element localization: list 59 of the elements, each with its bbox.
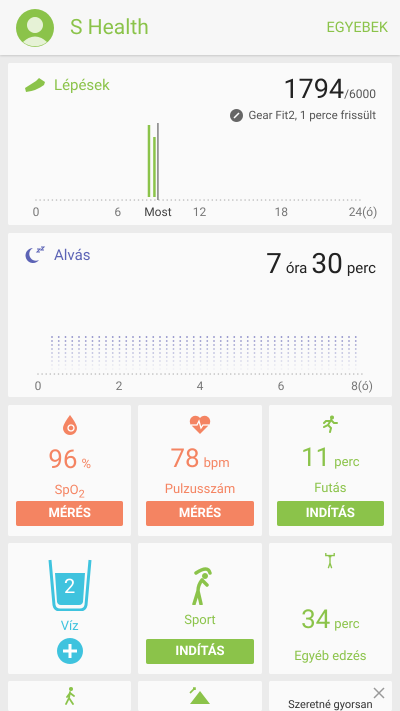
axis-label: 0 bbox=[32, 205, 40, 219]
tile-value: 11 bbox=[301, 443, 330, 473]
promo-card[interactable]: Szeretné gyorsan bbox=[268, 681, 392, 711]
glass-count: 2 bbox=[64, 574, 76, 598]
sleep-minutes: 30 bbox=[311, 247, 343, 280]
tile-card[interactable] bbox=[8, 681, 132, 711]
device-status: Gear Fit2, 1 perce frissült bbox=[248, 108, 376, 122]
tile-value: 34 bbox=[301, 605, 330, 635]
tile-card[interactable]: 78 bpm Pulzusszám MÉRÉS bbox=[138, 405, 262, 536]
sleep-hours: 7 bbox=[266, 247, 282, 280]
tile-card[interactable]: Sport INDÍTÁS bbox=[138, 543, 262, 674]
tile-card[interactable]: 11 perc Futás INDÍTÁS bbox=[268, 405, 392, 536]
axis-label: 18 bbox=[274, 205, 288, 219]
tile-action-button[interactable]: INDÍTÁS bbox=[146, 639, 254, 664]
step-bars-drawing bbox=[148, 125, 156, 197]
sleep-hours-unit: óra bbox=[286, 259, 308, 277]
sleep-minutes-unit: perc bbox=[346, 259, 376, 277]
tile-unit: % bbox=[82, 457, 92, 472]
tile-action-button[interactable]: INDÍTÁS bbox=[276, 501, 384, 526]
moon-icon bbox=[24, 246, 46, 264]
tile-value: 96 bbox=[48, 445, 78, 475]
tile-action-button[interactable]: MÉRÉS bbox=[16, 501, 124, 526]
avatar-icon[interactable] bbox=[16, 8, 54, 46]
app-title: S Health bbox=[70, 16, 150, 40]
tile-card[interactable]: 34 perc Egyéb edzés bbox=[268, 543, 392, 674]
axis-label: 24(ó) bbox=[348, 205, 378, 219]
axis-label: 6 bbox=[114, 205, 122, 219]
axis-label: 0 bbox=[34, 379, 42, 393]
more-button[interactable]: EGYEBEK bbox=[326, 15, 388, 40]
tile-label: Futás bbox=[314, 481, 346, 496]
axis-label: 2 bbox=[116, 379, 122, 393]
tile-label: Egyéb edzés bbox=[294, 649, 366, 664]
steps-goal: /6000 bbox=[344, 87, 376, 101]
tile-label: Víz bbox=[60, 619, 79, 634]
tile-card[interactable] bbox=[138, 681, 262, 711]
tile-label: Sport bbox=[184, 613, 216, 628]
shoe-icon bbox=[24, 78, 46, 92]
tile-action-button[interactable]: MÉRÉS bbox=[146, 501, 254, 526]
axis-label: 8(ó) bbox=[351, 379, 373, 393]
steps-title: Lépések bbox=[54, 76, 110, 94]
tile-label: SpO$_{2}$ bbox=[54, 483, 85, 501]
axis-label: Most bbox=[144, 205, 172, 219]
sleep-card[interactable]: Alvás 7 óra 30 perc 0 2 4 6 8(ó) bbox=[8, 233, 392, 397]
tile-card[interactable]: 96% SpO$_{2}$ MÉRÉS bbox=[8, 405, 132, 536]
steps-card[interactable]: Lépések 1794/6000 Gear Fit2, 1 perce frissült 0 6 Most 12 18 24(ó) bbox=[8, 63, 392, 225]
add-icon[interactable] bbox=[56, 638, 83, 664]
tile-unit: perc bbox=[334, 617, 360, 632]
close-icon[interactable] bbox=[373, 687, 385, 699]
steps-count: 1794 bbox=[283, 73, 344, 105]
tile-card[interactable]: 2 Víz bbox=[8, 543, 132, 674]
tile-value: 78 bbox=[170, 444, 200, 474]
tile-label: Pulzusszám bbox=[164, 482, 236, 497]
axis-label: 12 bbox=[192, 205, 206, 219]
sleep-title: Alvás bbox=[54, 246, 90, 264]
promo-text: Szeretné gyorsan bbox=[288, 698, 373, 711]
axis-label: 6 bbox=[278, 379, 284, 393]
tile-unit: bpm bbox=[204, 456, 230, 471]
tile-unit: perc bbox=[334, 455, 360, 470]
axis-label: 4 bbox=[196, 379, 204, 393]
